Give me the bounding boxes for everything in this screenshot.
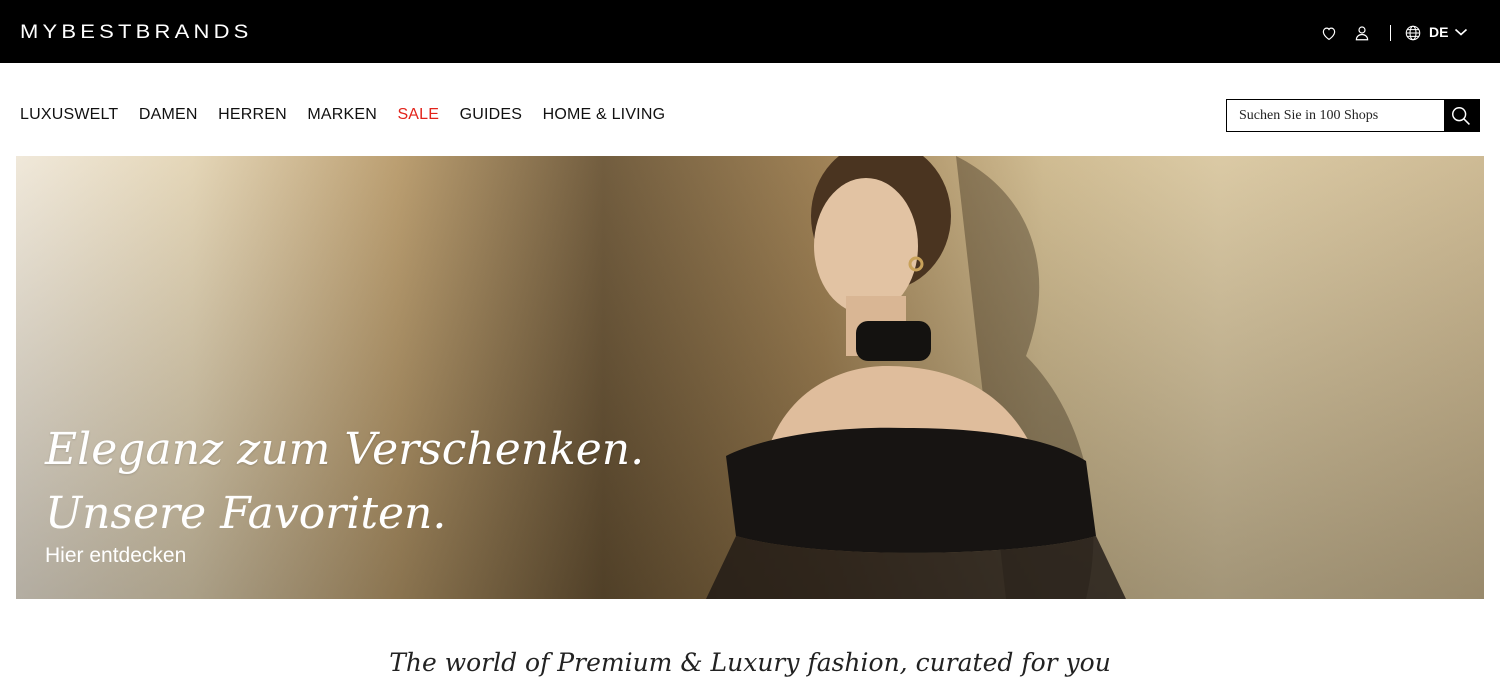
nav-item-guides[interactable]: GUIDES — [460, 104, 523, 126]
header-divider — [1390, 25, 1391, 41]
nav-item-herren[interactable]: HERREN — [218, 104, 287, 126]
search-button[interactable] — [1444, 100, 1479, 131]
search-input[interactable] — [1227, 100, 1445, 131]
search-box — [1226, 99, 1480, 132]
user-icon[interactable] — [1353, 24, 1371, 42]
search-icon — [1452, 107, 1470, 125]
nav-item-home-living[interactable]: HOME & LIVING — [543, 104, 666, 126]
nav-item-marken[interactable]: MARKEN — [307, 104, 377, 126]
nav-item-damen[interactable]: DAMEN — [139, 104, 198, 126]
hero-headline-line2: Unsere Favoriten. — [45, 488, 447, 539]
hero-headline-line1: Eleganz zum Verschenken. — [45, 424, 645, 475]
nav-item-sale[interactable]: SALE — [397, 104, 439, 126]
hero-model-image — [706, 156, 1186, 599]
site-logo[interactable]: MYBESTBRANDS — [20, 22, 253, 41]
globe-icon[interactable] — [1404, 24, 1422, 42]
hero-cta-link[interactable]: Hier entdecken — [45, 542, 186, 570]
chevron-down-icon[interactable] — [1454, 27, 1468, 37]
nav-item-luxuswelt[interactable]: LUXUSWELT — [20, 104, 118, 126]
language-selector[interactable]: DE — [1429, 24, 1448, 40]
main-navigation: LUXUSWELT DAMEN HERREN MARKEN SALE GUIDE… — [20, 104, 681, 128]
heart-icon[interactable] — [1320, 24, 1338, 42]
page-tagline: The world of Premium & Luxury fashion, c… — [389, 648, 1111, 677]
top-bar: MYBESTBRANDS DE — [0, 0, 1500, 63]
hero-banner[interactable]: Eleganz zum Verschenken. Unsere Favorite… — [16, 156, 1484, 599]
